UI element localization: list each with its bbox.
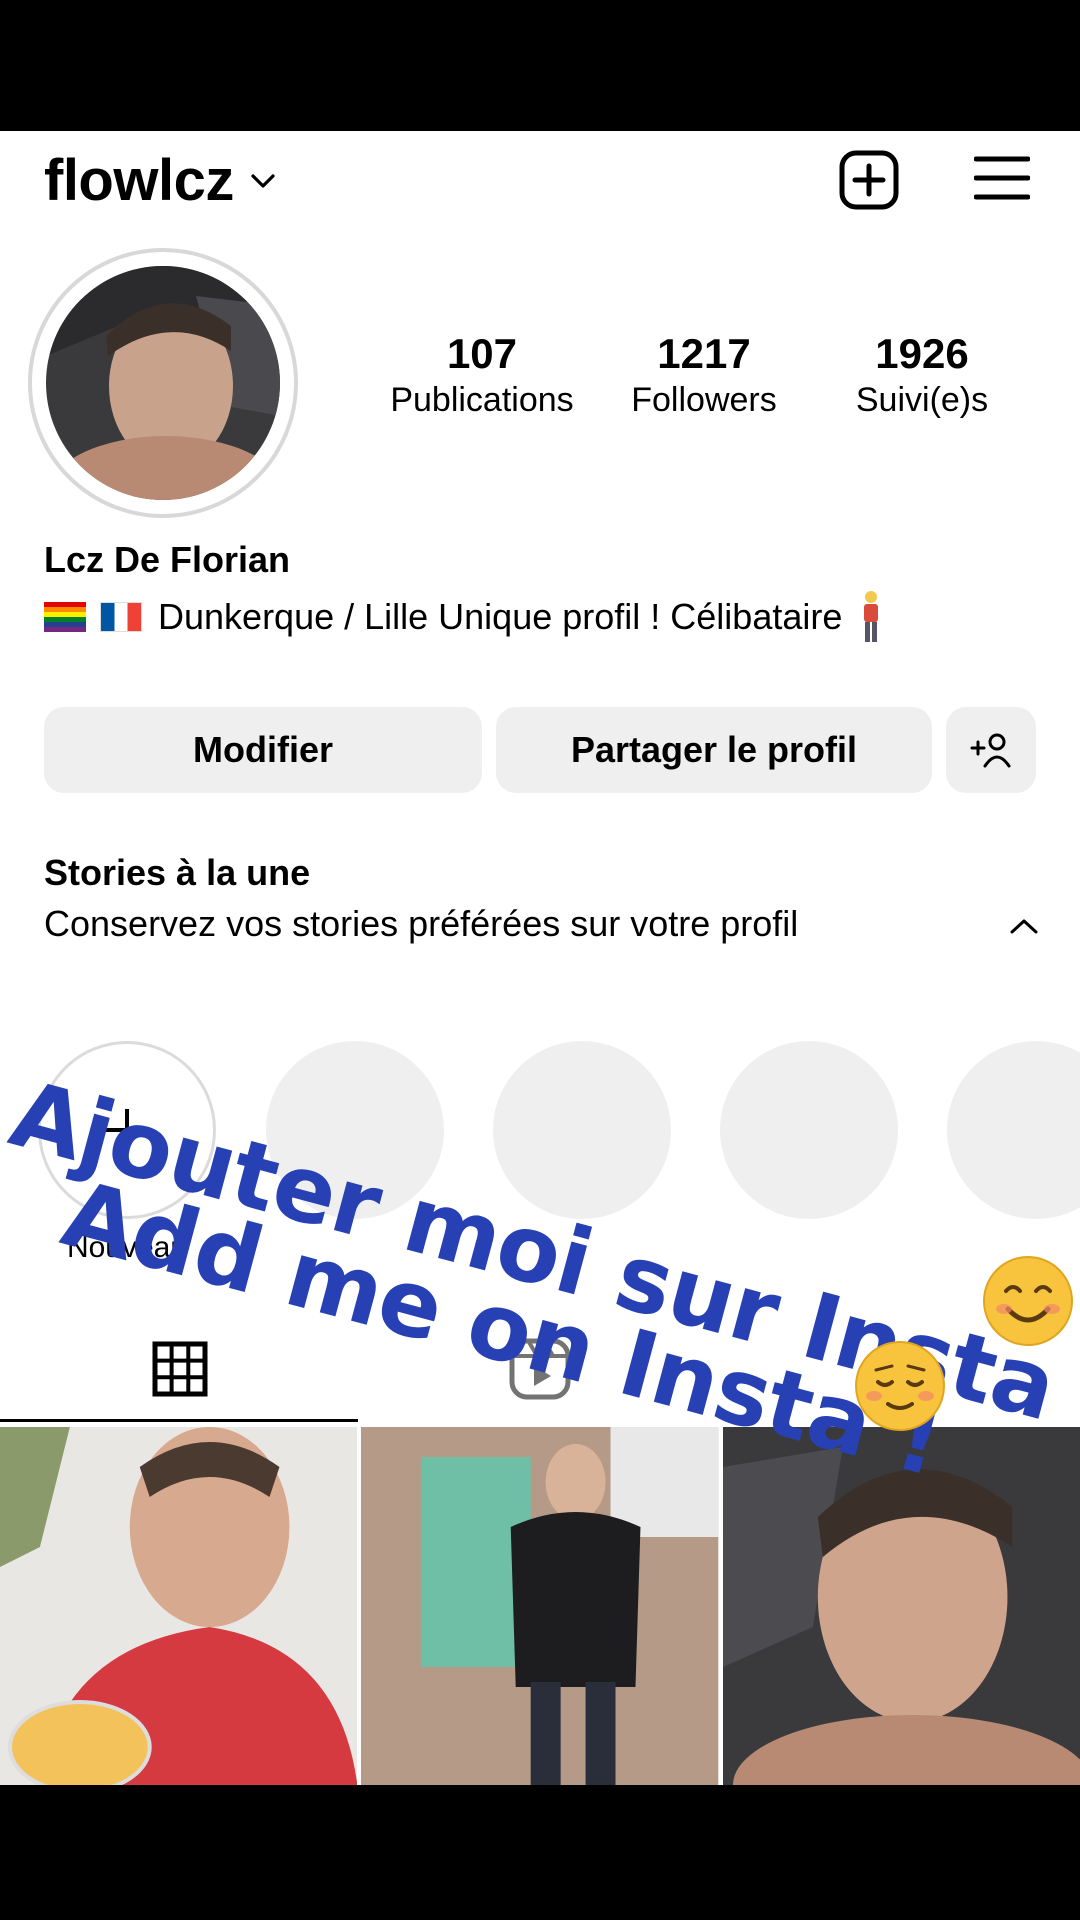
france-flag-icon: [100, 602, 142, 632]
rainbow-flag-icon: [44, 602, 86, 632]
hamburger-menu-icon[interactable]: [974, 153, 1030, 203]
stat-value: 107: [446, 330, 518, 377]
chevron-down-icon: [251, 173, 275, 188]
stat-label: Followers: [631, 381, 777, 420]
stat-followers[interactable]: 1217 Followers: [594, 330, 814, 425]
active-tab-indicator: [0, 1419, 358, 1422]
highlights-subtitle: Conservez vos stories préférées sur votr…: [44, 903, 799, 944]
highlight-placeholder: [947, 1041, 1080, 1219]
plus-icon: [106, 1109, 148, 1151]
stat-value: 1217: [657, 330, 751, 377]
status-bar-area: [0, 0, 1080, 131]
posts-grid: [0, 1427, 1080, 1785]
profile-stats: 107 Publications 1217 Followers 1926 Sui…: [370, 330, 1030, 425]
reels-icon: [509, 1338, 571, 1400]
stat-value: 1926: [875, 330, 969, 377]
stat-following[interactable]: 1926 Suivi(e)s: [814, 330, 1030, 425]
stat-publications[interactable]: 107 Publications: [370, 330, 594, 425]
highlights-title: Stories à la une: [44, 852, 311, 893]
post-thumbnail[interactable]: [722, 1427, 1080, 1785]
highlight-placeholder: [720, 1041, 898, 1219]
grid-icon: [152, 1341, 208, 1397]
new-highlight-label: Nouveau: [66, 1231, 188, 1264]
chevron-up-icon[interactable]: [1008, 916, 1040, 936]
avatar[interactable]: [46, 266, 280, 500]
highlight-placeholder: [493, 1041, 671, 1219]
stat-label: Suivi(e)s: [855, 381, 989, 420]
add-person-icon: [970, 733, 1011, 768]
post-thumbnail[interactable]: [361, 1427, 719, 1785]
edit-profile-button[interactable]: Modifier: [44, 707, 482, 793]
highlight-placeholder: [266, 1041, 444, 1219]
add-person-button[interactable]: [946, 707, 1036, 793]
bottom-bar-area: [0, 1785, 1080, 1920]
tab-posts-grid[interactable]: [0, 1321, 360, 1417]
share-profile-button[interactable]: Partager le profil: [496, 707, 932, 793]
plus-square-icon[interactable]: [838, 149, 900, 211]
person-standing-icon: [864, 591, 879, 642]
account-switcher[interactable]: flowlcz: [44, 147, 278, 214]
bio: Dunkerque / Lille Unique profil ! Céliba…: [44, 589, 886, 645]
new-highlight-button[interactable]: [38, 1041, 216, 1219]
username: flowlcz: [44, 148, 234, 213]
bio-text: Dunkerque / Lille Unique profil ! Céliba…: [158, 596, 843, 637]
profile-screen: flowlcz 107 Publications 1217 Followers …: [0, 131, 1080, 1785]
full-name: Lcz De Florian: [44, 539, 291, 580]
stat-label: Publications: [390, 381, 574, 420]
post-thumbnail[interactable]: [0, 1427, 358, 1785]
tab-reels[interactable]: [360, 1321, 720, 1417]
profile-header: flowlcz: [0, 131, 1080, 227]
